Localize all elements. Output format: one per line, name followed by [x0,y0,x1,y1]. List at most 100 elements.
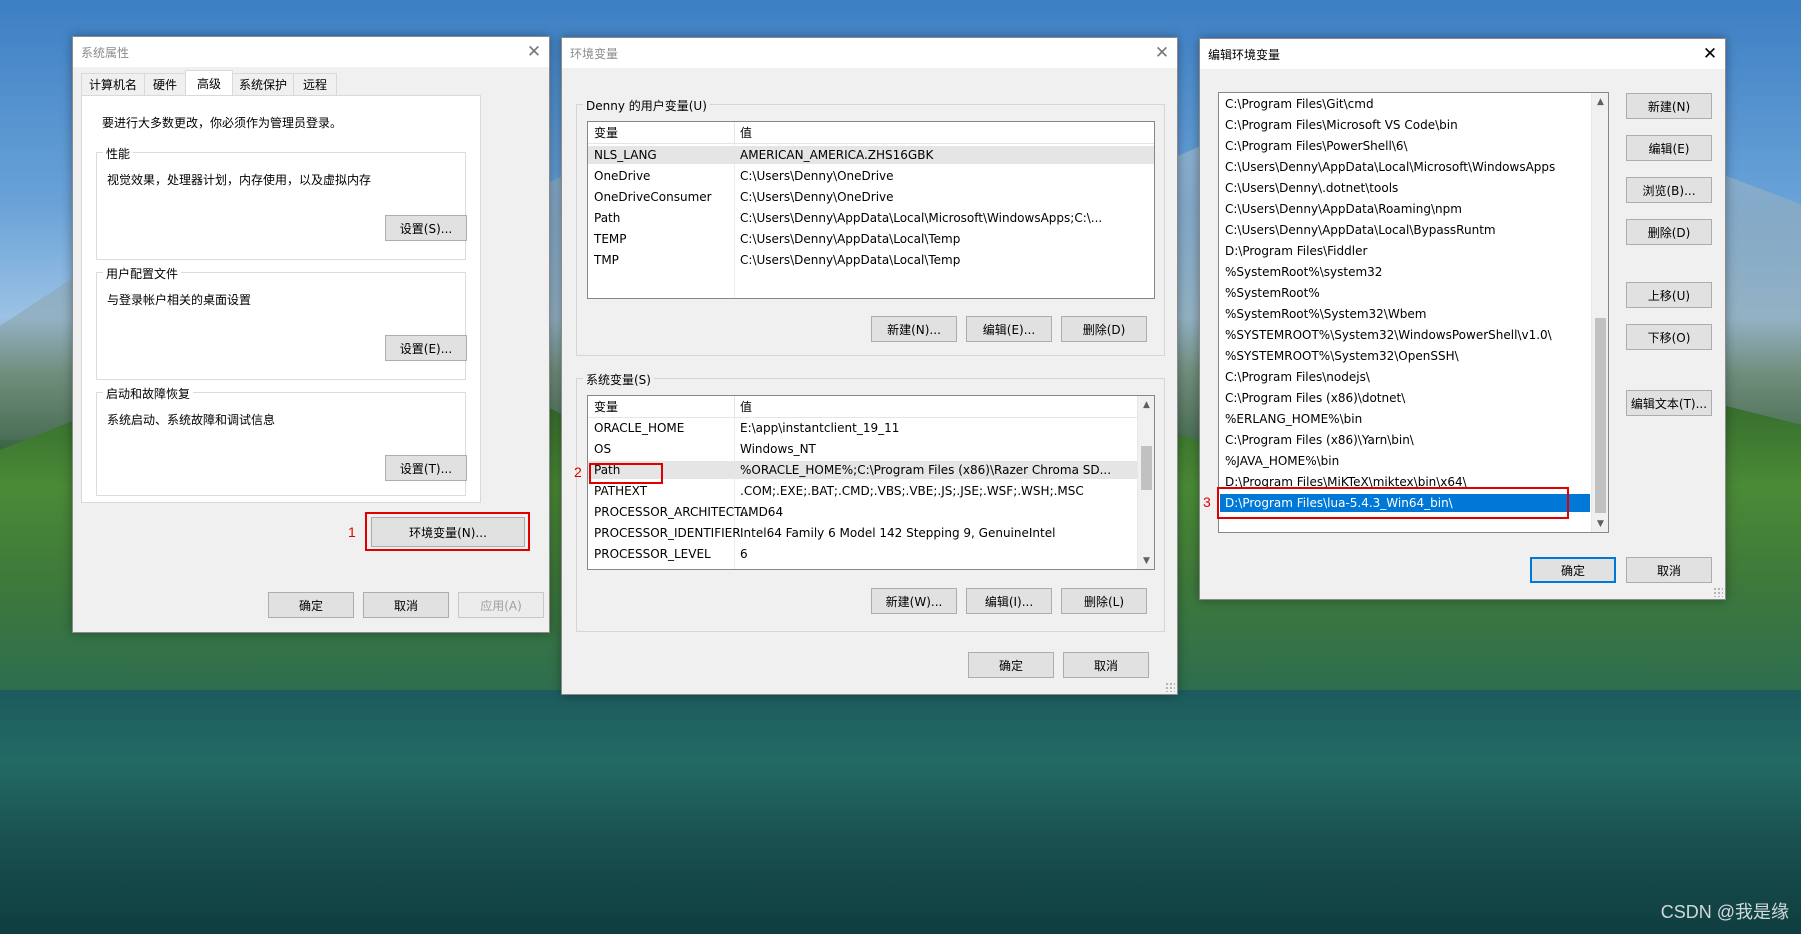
list-item[interactable]: D:\Program Files\Fiddler [1220,242,1590,260]
system-variables-list[interactable]: 变量 值 ORACLE_HOME E:\app\instantclient_19… [587,395,1155,570]
table-row[interactable]: ORACLE_HOME E:\app\instantclient_19_11 [588,419,1139,437]
close-icon[interactable]: ✕ [1147,38,1177,68]
path-entries-list[interactable]: C:\Program Files\Git\cmd C:\Program File… [1218,92,1609,533]
scroll-down-arrow-icon[interactable]: ▼ [1138,552,1154,569]
variable-value: C:\Users\Denny\AppData\Local\Temp [740,253,961,267]
list-item[interactable]: %SystemRoot%\system32 [1220,263,1590,281]
cancel-button[interactable]: 取消 [1626,557,1712,583]
table-row[interactable]: OneDrive C:\Users\Denny\OneDrive [588,167,1154,185]
variable-name: NLS_LANG [594,148,657,162]
resize-grip-icon[interactable] [1165,682,1175,692]
list-item[interactable]: C:\Program Files\Git\cmd [1220,95,1590,113]
tab-label: 高级 [196,77,221,91]
list-item[interactable]: C:\Program Files\PowerShell\6\ [1220,137,1590,155]
system-new-button[interactable]: 新建(W)... [871,588,957,614]
cancel-button[interactable]: 取消 [363,592,449,618]
table-row[interactable]: PROCESSOR_IDENTIFIER Intel64 Family 6 Mo… [588,524,1139,542]
tab-system-protection[interactable]: 系统保护 [232,73,294,95]
scroll-down-arrow-icon[interactable]: ▼ [1592,515,1608,532]
browse-button[interactable]: 浏览(B)... [1626,177,1712,203]
user-profiles-settings-button[interactable]: 设置(E)... [385,335,467,361]
column-header-variable[interactable]: 变量 [594,398,618,415]
watermark: CSDN @我是缘 [1660,902,1789,922]
table-row[interactable]: TMP C:\Users\Denny\AppData\Local\Temp [588,251,1154,269]
advanced-tab-pane: 要进行大多数更改，你必须作为管理员登录。 性能 视觉效果，处理器计划，内存使用，… [81,95,481,503]
table-row[interactable]: PATHEXT .COM;.EXE;.BAT;.CMD;.VBS;.VBE;.J… [588,482,1139,500]
resize-grip-icon[interactable] [1713,587,1723,597]
list-item[interactable]: C:\Program Files\Microsoft VS Code\bin [1220,116,1590,134]
scroll-up-arrow-icon[interactable]: ▲ [1592,93,1608,110]
table-row[interactable]: PROCESSOR_ARCHITECT... AMD64 [588,503,1139,521]
step-3-label: 3 [1203,494,1211,510]
ok-button[interactable]: 确定 [968,652,1054,678]
tab-label: 硬件 [152,78,177,92]
move-down-button[interactable]: 下移(O) [1626,324,1712,350]
move-up-button[interactable]: 上移(U) [1626,282,1712,308]
variable-name: OneDrive [594,169,651,183]
system-delete-button[interactable]: 删除(L) [1061,588,1147,614]
variable-value: 6 [740,547,748,561]
list-item[interactable]: C:\Users\Denny\AppData\Local\BypassRuntm [1220,221,1590,239]
table-row[interactable]: Path C:\Users\Denny\AppData\Local\Micros… [588,209,1154,227]
list-item[interactable]: C:\Users\Denny\AppData\Local\Microsoft\W… [1220,158,1590,176]
scroll-thumb[interactable] [1595,318,1606,513]
user-delete-button[interactable]: 删除(D) [1061,316,1147,342]
list-item[interactable]: %SystemRoot% [1220,284,1590,302]
list-item[interactable]: C:\Program Files\nodejs\ [1220,368,1590,386]
path-entries-scrollbar[interactable]: ▲ ▼ [1591,93,1608,532]
tab-advanced[interactable]: 高级 [185,70,233,96]
startup-recovery-desc: 系统启动、系统故障和调试信息 [107,413,276,427]
system-edit-button[interactable]: 编辑(I)... [966,588,1052,614]
ok-button[interactable]: 确定 [268,592,354,618]
list-item[interactable]: %SystemRoot%\System32\Wbem [1220,305,1590,323]
table-row[interactable]: TEMP C:\Users\Denny\AppData\Local\Temp [588,230,1154,248]
list-item[interactable]: %SYSTEMROOT%\System32\WindowsPowerShell\… [1220,326,1590,344]
close-icon[interactable]: ✕ [1695,39,1725,69]
variable-value: E:\app\instantclient_19_11 [740,421,900,435]
edit-entry-button[interactable]: 编辑(E) [1626,135,1712,161]
tab-computer-name[interactable]: 计算机名 [81,73,145,95]
list-item[interactable]: C:\Users\Denny\AppData\Roaming\npm [1220,200,1590,218]
table-row[interactable]: Path %ORACLE_HOME%;C:\Program Files (x86… [588,461,1139,479]
list-item[interactable]: %ERLANG_HOME%\bin [1220,410,1590,428]
variable-name: PATHEXT [594,484,648,498]
tab-label: 远程 [302,78,327,92]
user-new-button[interactable]: 新建(N)... [871,316,957,342]
user-variables-list[interactable]: 变量 值 NLS_LANG AMERICAN_AMERICA.ZHS16GBK … [587,121,1155,299]
tab-label: 系统保护 [238,78,287,92]
system-properties-titlebar: 系统属性 ✕ [73,37,549,67]
scroll-thumb[interactable] [1141,446,1152,490]
list-item[interactable]: %JAVA_HOME%\bin [1220,452,1590,470]
performance-group: 性能 视觉效果，处理器计划，内存使用，以及虚拟内存 设置(S)... [96,145,467,260]
user-edit-button[interactable]: 编辑(E)... [966,316,1052,342]
list-item[interactable]: C:\Program Files (x86)\dotnet\ [1220,389,1590,407]
cancel-button[interactable]: 取消 [1063,652,1149,678]
admin-note: 要进行大多数更改，你必须作为管理员登录。 [102,116,343,130]
highlight-box-step1 [365,512,530,551]
table-row[interactable]: PROCESSOR_LEVEL 6 [588,545,1139,563]
new-entry-button[interactable]: 新建(N) [1626,93,1712,119]
delete-entry-button[interactable]: 删除(D) [1626,219,1712,245]
column-header-variable[interactable]: 变量 [594,124,618,141]
column-header-value[interactable]: 值 [740,398,752,415]
close-icon[interactable]: ✕ [519,37,549,67]
variable-value: %ORACLE_HOME%;C:\Program Files (x86)\Raz… [740,463,1112,477]
tab-remote[interactable]: 远程 [293,73,337,95]
list-item[interactable]: %SYSTEMROOT%\System32\OpenSSH\ [1220,347,1590,365]
table-row[interactable]: OneDriveConsumer C:\Users\Denny\OneDrive [588,188,1154,206]
edit-text-button[interactable]: 编辑文本(T)... [1626,390,1712,416]
table-row[interactable]: NLS_LANG AMERICAN_AMERICA.ZHS16GBK [588,146,1154,164]
performance-settings-button[interactable]: 设置(S)... [385,215,467,241]
list-item[interactable]: C:\Program Files (x86)\Yarn\bin\ [1220,431,1590,449]
ok-button[interactable]: 确定 [1530,557,1616,583]
apply-button[interactable]: 应用(A) [458,592,544,618]
startup-recovery-settings-button[interactable]: 设置(T)... [385,455,467,481]
variable-value: Windows_NT [740,442,816,456]
scroll-up-arrow-icon[interactable]: ▲ [1138,396,1154,413]
tab-hardware[interactable]: 硬件 [144,73,186,95]
column-header-value[interactable]: 值 [740,124,752,141]
edit-environment-variable-titlebar: 编辑环境变量 ✕ [1200,39,1725,69]
system-variables-scrollbar[interactable]: ▲ ▼ [1137,396,1154,569]
table-row[interactable]: OS Windows_NT [588,440,1139,458]
list-item[interactable]: C:\Users\Denny\.dotnet\tools [1220,179,1590,197]
